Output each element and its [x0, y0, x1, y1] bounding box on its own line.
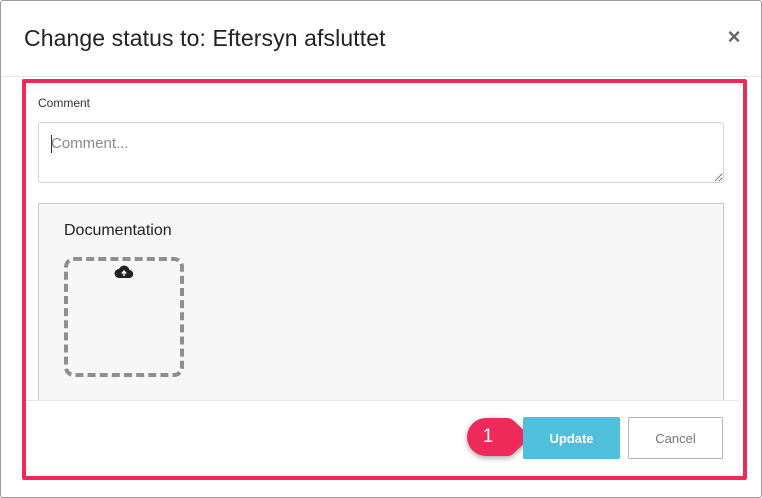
- update-button[interactable]: Update: [523, 417, 620, 459]
- close-icon[interactable]: ×: [723, 25, 745, 49]
- cancel-button[interactable]: Cancel: [628, 417, 723, 459]
- text-cursor: [51, 135, 52, 153]
- cloud-upload-icon: [114, 265, 134, 279]
- comment-input[interactable]: [38, 122, 724, 183]
- step-number: 1: [482, 426, 494, 447]
- footer-divider: [26, 400, 739, 401]
- documentation-title: Documentation: [64, 222, 172, 239]
- comment-label: Comment: [38, 96, 91, 110]
- dialog-title: Change status to: Eftersyn afsluttet: [24, 25, 386, 51]
- dialog-header: Change status to: Eftersyn afsluttet ×: [1, 1, 761, 77]
